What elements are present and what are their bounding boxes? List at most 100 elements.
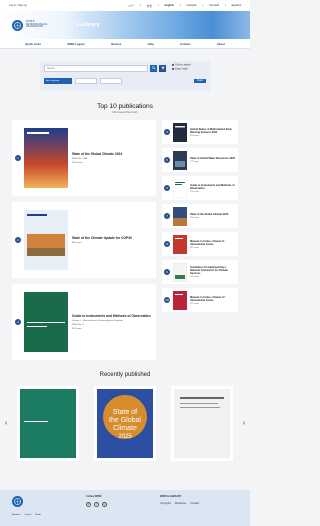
publication-cover — [24, 210, 68, 270]
lang-2[interactable]: English — [165, 4, 174, 7]
exact-match-option[interactable]: Exact match — [172, 68, 191, 72]
rank-badge: 5 — [164, 157, 171, 163]
publication-title: Manual on Codes, Volume I.1 - Internatio… — [190, 239, 227, 246]
footer-link-disclaimer[interactable]: Disclaimer — [175, 502, 187, 505]
publication-title: State of the Global Climate 2023 — [190, 213, 229, 216]
filter-field-2[interactable] — [100, 78, 122, 85]
publication-title: Guidelines for Implementing a National F… — [190, 266, 228, 275]
x-icon[interactable]: X — [86, 502, 91, 507]
nav-about[interactable]: About — [217, 42, 225, 46]
nav-browse[interactable]: Browse — [111, 42, 121, 46]
chevron-right-icon[interactable]: › — [243, 420, 245, 427]
top-publication-card[interactable]: 3 Guide to Instruments and Methods of Ob… — [12, 284, 157, 360]
filter-field-1[interactable] — [75, 78, 97, 85]
svg-text:Climate: Climate — [113, 425, 137, 432]
lang-1[interactable]: 中文 — [147, 4, 152, 8]
nav-quick-links[interactable]: Quick Links — [25, 42, 41, 46]
publication-cover — [173, 122, 188, 142]
rank-badge: 6 — [164, 185, 171, 191]
publication-views: 612 views — [190, 246, 200, 249]
search-panel: Search Full text search Exact match Any … — [40, 61, 210, 91]
rank-badge: 10 — [164, 297, 171, 303]
footer-logo[interactable] — [12, 496, 26, 507]
publication-cover — [173, 262, 188, 282]
publication-cover — [173, 234, 188, 254]
publication-item[interactable]: 9 Guidelines for Implementing a National… — [162, 260, 238, 284]
lang-5[interactable]: Español — [232, 4, 241, 7]
publication-views: 772 views — [190, 161, 200, 163]
filter-icon — [160, 67, 165, 70]
facebook-icon[interactable]: f — [94, 502, 99, 507]
publication-meta-2: WMO-No. 8 — [72, 324, 84, 326]
instagram-icon[interactable]: ◎ — [102, 502, 107, 507]
footer-link-copyright[interactable]: Copyright — [160, 502, 171, 505]
rank-badge: 3 — [15, 319, 21, 325]
publication-meta: WMO-No. 1368 — [72, 158, 88, 160]
checkbox-icon — [172, 64, 175, 67]
language-select[interactable]: Any language — [44, 78, 72, 85]
search-options: Full text search Exact match — [172, 64, 191, 72]
footer-link-contact[interactable]: Contact — [190, 502, 199, 505]
library-title: e-Library — [76, 22, 100, 28]
login-link[interactable]: Log in / Sign up — [9, 4, 27, 7]
chevron-left-icon[interactable]: ‹ — [5, 420, 7, 427]
top-publication-card[interactable]: 2 State of the Climate Update for COP30 … — [12, 202, 157, 278]
publication-item[interactable]: 4 Global Status of Multi-Hazard Early Wa… — [162, 120, 238, 144]
publication-item[interactable]: 6 Guide to Instruments and Methods of Ob… — [162, 176, 238, 200]
publication-title: State of Global Water Resources 2024 — [190, 157, 236, 160]
search-input[interactable]: Search — [44, 64, 148, 72]
search-button[interactable] — [150, 64, 157, 72]
footer-media[interactable]: Media — [35, 514, 40, 516]
main-nav: Quick Links WMO Legacy Browse Help Conta… — [0, 39, 250, 49]
lang-0[interactable]: عربي — [128, 4, 134, 7]
reset-button[interactable]: Reset — [193, 79, 206, 84]
footer-careers[interactable]: Careers — [24, 514, 31, 516]
rank-badge: 1 — [15, 155, 21, 161]
top10-title: Top 10 publications — [97, 103, 153, 110]
publication-item[interactable]: 10 Manual on Codes, Volume I.2 - Interna… — [162, 288, 238, 312]
nav-legacy[interactable]: WMO Legacy — [67, 42, 85, 46]
publication-views: 574 views — [190, 302, 200, 305]
lang-3[interactable]: Français — [187, 4, 197, 7]
publication-cover — [24, 292, 68, 352]
top-publication-card[interactable]: 1 State of the Global Climate 2024 WMO-N… — [12, 120, 157, 196]
publication-title: Guide to Instruments and Methods of Obse… — [190, 183, 235, 190]
recent-card[interactable] — [17, 386, 80, 461]
rank-badge: 7 — [164, 213, 171, 219]
publication-views: 590 views — [190, 276, 200, 278]
publication-cover — [173, 290, 188, 310]
topbar: Log in / Sign up عربي | 中文 | English | F… — [0, 0, 250, 11]
footer-follow: Follow WMO X f ◎ — [86, 495, 107, 507]
publication-item[interactable]: 5 State of Global Water Resources 2024 77… — [162, 148, 238, 172]
recent-card[interactable]: State of the Global Climate 2025 — [94, 386, 156, 461]
rank-badge: 2 — [15, 237, 21, 243]
recent-cover: State ofthe GlobalClimate 2025 — [97, 389, 153, 458]
footer-members[interactable]: Members — [12, 514, 20, 516]
wmo-logo — [12, 496, 23, 507]
recent-title: Recently published — [99, 372, 151, 378]
follow-title: Follow WMO — [86, 495, 102, 498]
rank-badge: 8 — [164, 241, 171, 247]
recent-cover — [173, 389, 230, 458]
recent-cover — [20, 389, 77, 458]
rank-badge: 9 — [164, 269, 171, 275]
publication-views: 988 views — [72, 242, 82, 244]
svg-text:the Global: the Global — [109, 417, 141, 424]
publication-cover — [173, 178, 188, 198]
advanced-search-button[interactable] — [159, 64, 166, 72]
publication-cover — [24, 128, 68, 188]
wmo-logo[interactable] — [12, 19, 23, 31]
full-text-label: Full text search — [175, 64, 191, 67]
publication-item[interactable]: 7 State of the Global Climate 2023 658 vi… — [162, 204, 238, 228]
recent-card[interactable] — [170, 386, 233, 461]
nav-help[interactable]: Help — [148, 42, 154, 46]
org-name: WORLD METEOROLOGICAL ORGANIZATION — [26, 20, 48, 29]
top10-list: 1 State of the Global Climate 2024 WMO-N… — [0, 120, 250, 360]
search-icon — [151, 66, 156, 70]
footer-bottom-links: Members Careers Media — [12, 514, 41, 516]
publication-views: 658 views — [190, 217, 200, 219]
publication-item[interactable]: 8 Manual on Codes, Volume I.1 - Internat… — [162, 232, 238, 256]
lang-4[interactable]: Русский — [209, 4, 219, 7]
hero-banner: WORLD METEOROLOGICAL ORGANIZATION e-Libr… — [0, 11, 250, 39]
nav-contact[interactable]: Contact — [180, 42, 190, 46]
